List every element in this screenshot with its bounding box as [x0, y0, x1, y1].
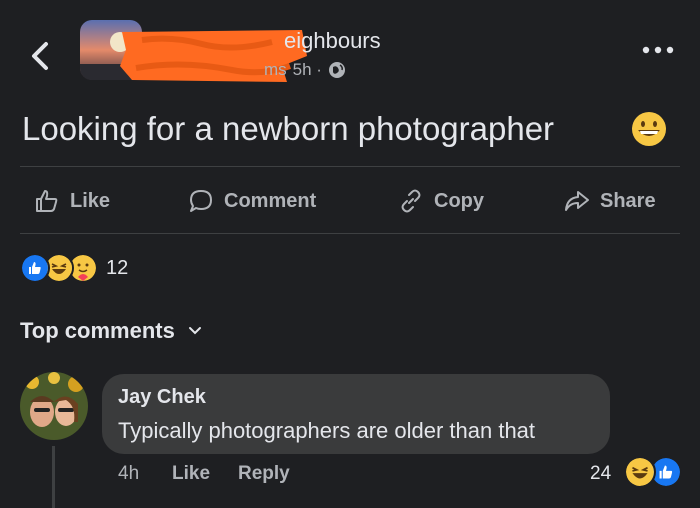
- share-label: Share: [600, 189, 656, 212]
- grinning-face-icon: [632, 112, 666, 146]
- copy-button[interactable]: Copy: [398, 186, 484, 216]
- post-time: 5h ·: [292, 60, 322, 79]
- group-name[interactable]: eighbours: [284, 28, 381, 54]
- meta-prefix: ms: [264, 60, 287, 79]
- comment-author[interactable]: Jay Chek: [118, 386, 206, 409]
- back-arrow-icon[interactable]: [26, 36, 56, 76]
- post-text: Looking for a newborn photographer: [22, 110, 555, 147]
- comment-label: Comment: [224, 189, 317, 212]
- like-icon: [36, 190, 58, 212]
- commenter-avatar[interactable]: [20, 372, 88, 440]
- comment-icon: [190, 190, 212, 212]
- top-comments-filter[interactable]: Top comments: [20, 318, 203, 344]
- divider-top: [20, 166, 680, 167]
- haha-reaction-icon: [624, 456, 656, 488]
- copy-label: Copy: [434, 189, 484, 212]
- like-button[interactable]: Like: [34, 186, 110, 216]
- divider-bottom: [20, 233, 680, 234]
- chevron-down-icon: [188, 327, 201, 335]
- comment-like-button[interactable]: Like: [172, 463, 210, 485]
- top-comments-label: Top comments: [20, 318, 175, 343]
- comment-text: Typically photographers are older than t…: [118, 418, 536, 443]
- comment-button[interactable]: Comment: [188, 186, 316, 216]
- like-label: Like: [70, 189, 111, 212]
- post-meta: ms 5h ·: [264, 60, 346, 80]
- link-icon: [401, 189, 421, 213]
- share-button[interactable]: Share: [564, 186, 656, 216]
- comment-thread-line: [52, 446, 55, 508]
- globe-icon: [328, 62, 345, 78]
- more-options-icon[interactable]: [640, 40, 676, 60]
- comment-reply-button[interactable]: Reply: [238, 463, 290, 485]
- comment-time[interactable]: 4h: [118, 463, 139, 485]
- like-reaction-icon: [20, 253, 50, 283]
- reaction-summary[interactable]: 12: [20, 253, 128, 283]
- share-icon: [565, 191, 589, 211]
- reaction-count: 12: [106, 256, 129, 279]
- comment-reactions[interactable]: [624, 456, 682, 488]
- comment-reaction-count: 24: [590, 463, 612, 484]
